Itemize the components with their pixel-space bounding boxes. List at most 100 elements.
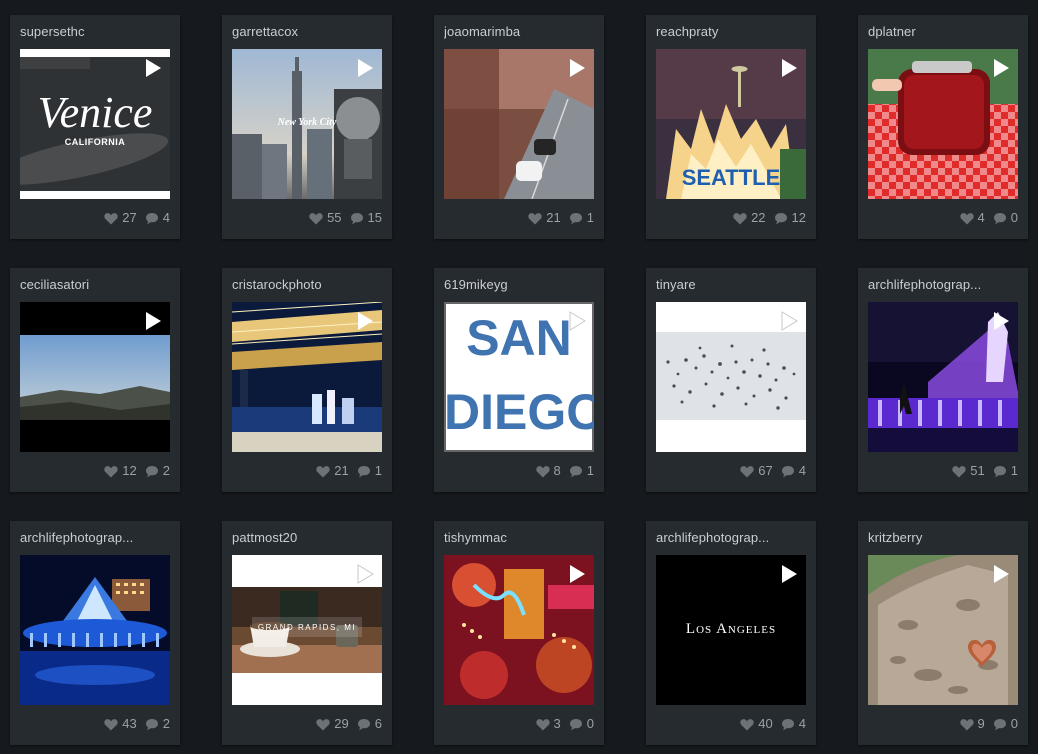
- comments-stat[interactable]: 15: [350, 210, 382, 226]
- post-thumbnail[interactable]: Venice CALIFORNIA: [20, 49, 170, 199]
- post-username[interactable]: dplatner: [868, 24, 1018, 39]
- likes-stat[interactable]: 55: [309, 210, 342, 226]
- post-thumbnail[interactable]: [656, 302, 806, 452]
- likes-stat[interactable]: 27: [104, 210, 137, 226]
- play-icon[interactable]: [780, 564, 798, 584]
- post-username[interactable]: archlifephotograp...: [656, 530, 806, 545]
- post-card[interactable]: archlifephotograp... 43 2: [10, 521, 180, 745]
- comments-stat[interactable]: 1: [569, 463, 594, 479]
- post-thumbnail[interactable]: [20, 302, 170, 452]
- play-icon[interactable]: [356, 311, 374, 331]
- post-username[interactable]: tishymmac: [444, 530, 594, 545]
- post-username[interactable]: 619mikeyg: [444, 277, 594, 292]
- post-thumbnail[interactable]: [232, 302, 382, 452]
- post-username[interactable]: pattmost20: [232, 530, 382, 545]
- post-card[interactable]: pattmost20 GRAND RAPIDS, MI 29 6: [222, 521, 392, 745]
- post-thumbnail[interactable]: [444, 555, 594, 705]
- post-username[interactable]: joaomarimba: [444, 24, 594, 39]
- post-thumbnail[interactable]: SAN DIEGO: [444, 302, 594, 452]
- comments-count: 12: [791, 210, 806, 225]
- post-username[interactable]: archlifephotograp...: [20, 530, 170, 545]
- comments-stat[interactable]: 1: [357, 463, 382, 479]
- post-username[interactable]: cristarockphoto: [232, 277, 382, 292]
- post-card[interactable]: kritzberry 9 0: [858, 521, 1028, 745]
- post-stats: 22 12: [733, 210, 806, 226]
- likes-stat[interactable]: 21: [316, 463, 349, 479]
- comment-icon: [993, 718, 1006, 730]
- likes-count: 67: [758, 463, 773, 478]
- likes-stat[interactable]: 67: [740, 463, 773, 479]
- comment-icon: [145, 465, 158, 477]
- likes-stat[interactable]: 43: [104, 716, 137, 732]
- play-icon[interactable]: [356, 58, 374, 78]
- comments-stat[interactable]: 0: [993, 210, 1018, 226]
- post-card[interactable]: reachpraty SEATTLE 22 12: [646, 15, 816, 239]
- post-card[interactable]: cristarockphoto 21 1: [222, 268, 392, 492]
- post-thumbnail[interactable]: New York City: [232, 49, 382, 199]
- comments-stat[interactable]: 4: [781, 463, 806, 479]
- heart-icon: [740, 465, 754, 477]
- post-card[interactable]: tishymmac 3 0: [434, 521, 604, 745]
- comments-stat[interactable]: 2: [145, 716, 170, 732]
- comments-stat[interactable]: 0: [569, 716, 594, 732]
- comments-stat[interactable]: 0: [993, 716, 1018, 732]
- post-card[interactable]: tinyare 67 4: [646, 268, 816, 492]
- post-card[interactable]: archlifephotograp... 51 1: [858, 268, 1028, 492]
- post-thumbnail[interactable]: [868, 302, 1018, 452]
- play-icon[interactable]: [780, 311, 798, 331]
- post-card[interactable]: supersethc Venice CALIFORNIA 27 4: [10, 15, 180, 239]
- play-icon[interactable]: [568, 58, 586, 78]
- post-stats: 51 1: [952, 463, 1018, 479]
- post-thumbnail[interactable]: [444, 49, 594, 199]
- play-icon[interactable]: [144, 58, 162, 78]
- post-thumbnail[interactable]: Los Angeles: [656, 555, 806, 705]
- play-icon[interactable]: [144, 311, 162, 331]
- post-card[interactable]: joaomarimba 21 1: [434, 15, 604, 239]
- play-icon[interactable]: [568, 311, 586, 331]
- comments-stat[interactable]: 1: [993, 463, 1018, 479]
- post-thumbnail[interactable]: SEATTLE: [656, 49, 806, 199]
- comments-stat[interactable]: 1: [569, 210, 594, 226]
- post-username[interactable]: tinyare: [656, 277, 806, 292]
- play-icon[interactable]: [992, 564, 1010, 584]
- comments-stat[interactable]: 6: [357, 716, 382, 732]
- likes-stat[interactable]: 22: [733, 210, 766, 226]
- post-stats: 3 0: [535, 716, 594, 732]
- post-thumbnail[interactable]: [868, 555, 1018, 705]
- play-icon[interactable]: [780, 58, 798, 78]
- post-thumbnail[interactable]: [20, 555, 170, 705]
- comments-stat[interactable]: 2: [145, 463, 170, 479]
- post-thumbnail[interactable]: [868, 49, 1018, 199]
- play-icon[interactable]: [568, 564, 586, 584]
- post-card[interactable]: archlifephotograp... Los Angeles 40 4: [646, 521, 816, 745]
- post-username[interactable]: kritzberry: [868, 530, 1018, 545]
- post-username[interactable]: reachpraty: [656, 24, 806, 39]
- likes-stat[interactable]: 4: [959, 210, 985, 226]
- post-card[interactable]: garrettacox New York City 55 15: [222, 15, 392, 239]
- post-card[interactable]: ceciliasatori 12 2: [10, 268, 180, 492]
- post-username[interactable]: archlifephotograp...: [868, 277, 1018, 292]
- comments-stat[interactable]: 4: [781, 716, 806, 732]
- post-card[interactable]: dplatner 4 0: [858, 15, 1028, 239]
- likes-stat[interactable]: 9: [959, 716, 985, 732]
- likes-stat[interactable]: 21: [528, 210, 561, 226]
- comment-icon: [569, 718, 582, 730]
- likes-stat[interactable]: 40: [740, 716, 773, 732]
- comments-stat[interactable]: 12: [774, 210, 806, 226]
- post-username[interactable]: ceciliasatori: [20, 277, 170, 292]
- likes-stat[interactable]: 12: [104, 463, 137, 479]
- post-card[interactable]: 619mikeyg SAN DIEGO 8 1: [434, 268, 604, 492]
- likes-stat[interactable]: 51: [952, 463, 985, 479]
- comments-stat[interactable]: 4: [145, 210, 170, 226]
- heart-icon: [316, 718, 330, 730]
- post-thumbnail[interactable]: GRAND RAPIDS, MI: [232, 555, 382, 705]
- likes-stat[interactable]: 8: [535, 463, 561, 479]
- play-icon[interactable]: [992, 58, 1010, 78]
- post-username[interactable]: supersethc: [20, 24, 170, 39]
- likes-stat[interactable]: 29: [316, 716, 349, 732]
- post-username[interactable]: garrettacox: [232, 24, 382, 39]
- play-icon[interactable]: [992, 311, 1010, 331]
- comments-count: 1: [374, 463, 382, 478]
- likes-stat[interactable]: 3: [535, 716, 561, 732]
- play-icon[interactable]: [356, 564, 374, 584]
